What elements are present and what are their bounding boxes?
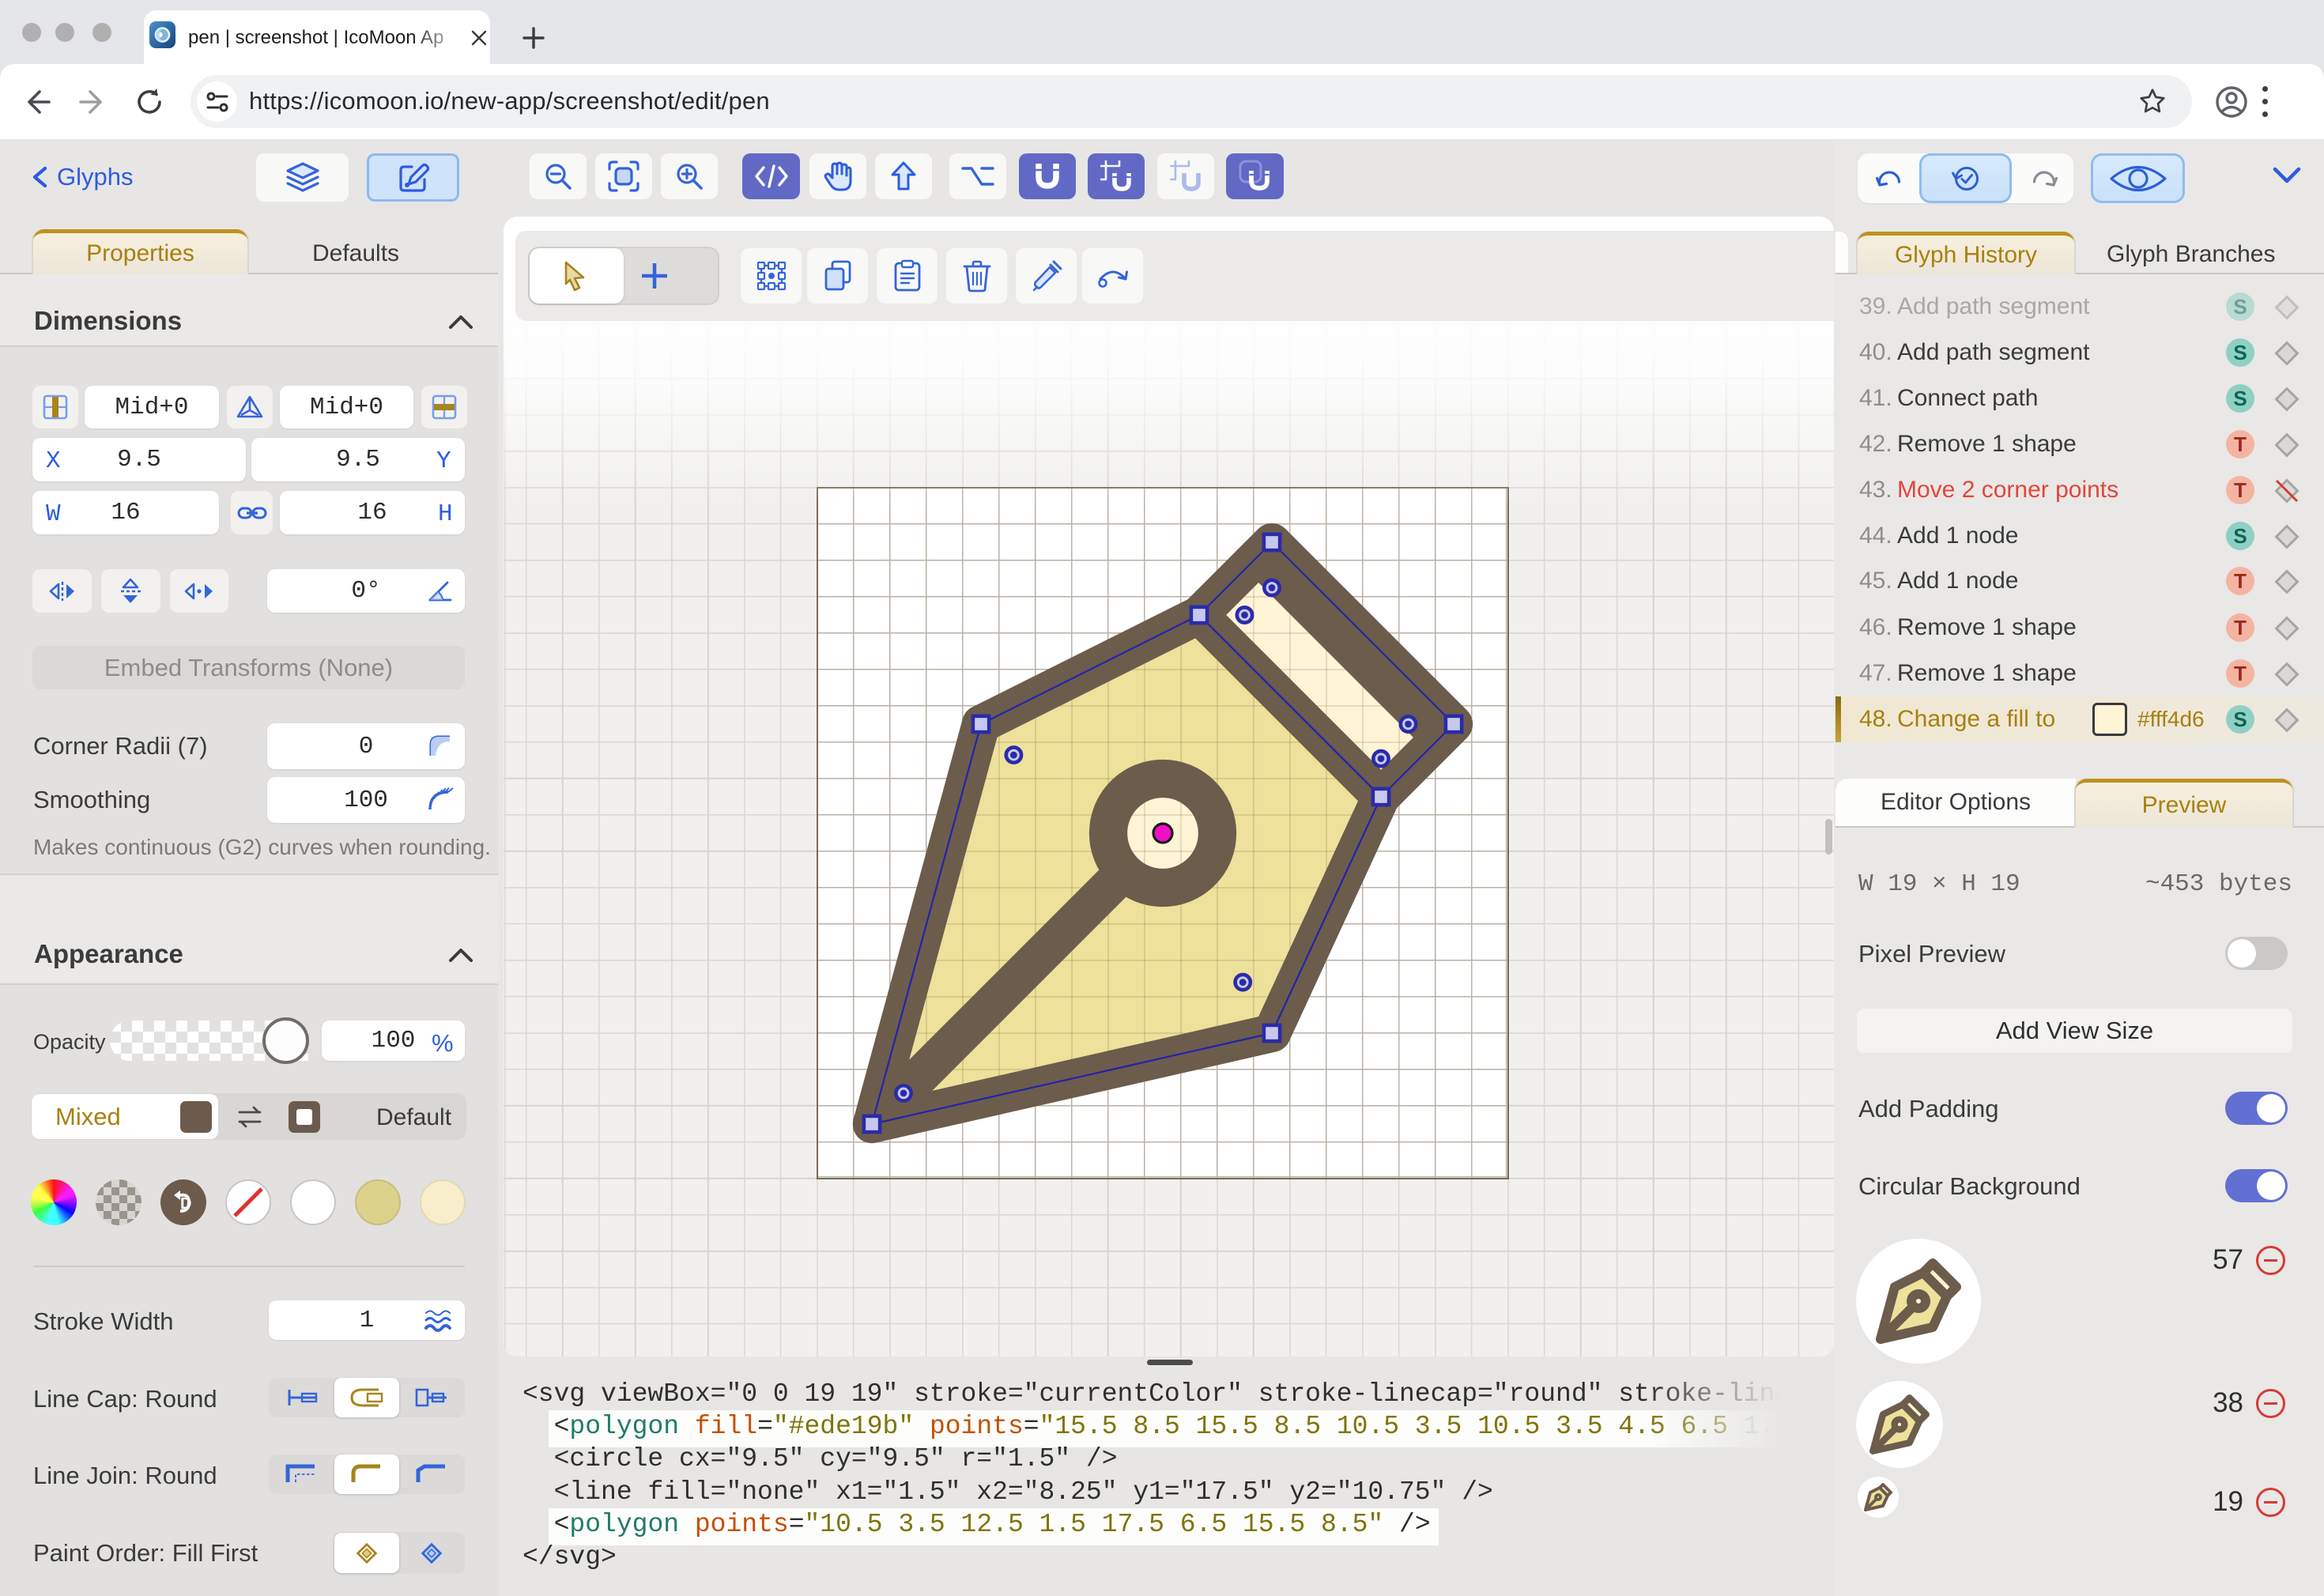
svg-text:D: D (180, 1195, 191, 1213)
